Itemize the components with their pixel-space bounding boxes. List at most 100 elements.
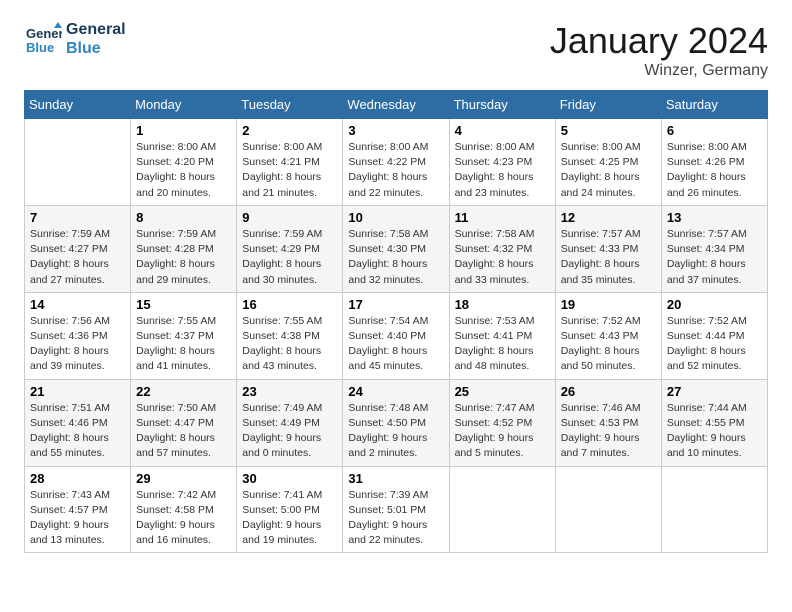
day-number: 15 [136, 297, 231, 312]
day-info-line: Sunrise: 7:51 AM [30, 402, 110, 414]
day-info-line: and 16 minutes. [136, 534, 211, 546]
svg-text:Blue: Blue [26, 40, 54, 55]
day-number: 3 [348, 123, 443, 138]
day-info-line: Sunset: 4:32 PM [455, 243, 533, 255]
day-info-line: Sunrise: 7:58 AM [348, 228, 428, 240]
day-info-line: Sunset: 4:23 PM [455, 156, 533, 168]
day-info-line: Sunset: 4:27 PM [30, 243, 108, 255]
day-info: Sunrise: 7:57 AMSunset: 4:34 PMDaylight:… [667, 227, 762, 288]
day-info-line: Daylight: 8 hours [561, 258, 640, 270]
page-subtitle: Winzer, Germany [550, 62, 768, 80]
day-info-line: and 52 minutes. [667, 360, 742, 372]
day-info: Sunrise: 8:00 AMSunset: 4:23 PMDaylight:… [455, 140, 550, 201]
day-info-line: and 5 minutes. [455, 447, 524, 459]
day-info-line: Daylight: 8 hours [561, 171, 640, 183]
day-info: Sunrise: 8:00 AMSunset: 4:21 PMDaylight:… [242, 140, 337, 201]
day-cell: 3 Sunrise: 8:00 AMSunset: 4:22 PMDaylight… [343, 119, 449, 206]
day-info-line: Sunrise: 8:00 AM [136, 141, 216, 153]
day-cell: 11Sunrise: 7:58 AMSunset: 4:32 PMDayligh… [449, 205, 555, 292]
day-info-line: Sunrise: 7:55 AM [242, 315, 322, 327]
day-info-line: Sunrise: 7:59 AM [242, 228, 322, 240]
day-cell: 31Sunrise: 7:39 AMSunset: 5:01 PMDayligh… [343, 466, 449, 553]
day-info-line: Daylight: 8 hours [242, 345, 321, 357]
day-info-line: Sunrise: 8:00 AM [561, 141, 641, 153]
day-info-line: Sunset: 4:29 PM [242, 243, 320, 255]
day-info: Sunrise: 8:00 AMSunset: 4:22 PMDaylight:… [348, 140, 443, 201]
day-info-line: Sunrise: 7:42 AM [136, 489, 216, 501]
day-cell [555, 466, 661, 553]
day-info-line: Sunrise: 7:41 AM [242, 489, 322, 501]
day-cell: 18Sunrise: 7:53 AMSunset: 4:41 PMDayligh… [449, 292, 555, 379]
day-info: Sunrise: 7:52 AMSunset: 4:44 PMDaylight:… [667, 314, 762, 375]
day-info-line: Daylight: 8 hours [667, 258, 746, 270]
day-info-line: Sunset: 4:33 PM [561, 243, 639, 255]
day-cell: 30Sunrise: 7:41 AMSunset: 5:00 PMDayligh… [237, 466, 343, 553]
day-info-line: Daylight: 8 hours [348, 345, 427, 357]
day-info-line: and 23 minutes. [455, 187, 530, 199]
day-number: 21 [30, 384, 125, 399]
day-cell: 27Sunrise: 7:44 AMSunset: 4:55 PMDayligh… [661, 379, 767, 466]
logo: General Blue General Blue [24, 20, 126, 58]
day-info-line: Sunrise: 7:52 AM [561, 315, 641, 327]
day-number: 10 [348, 210, 443, 225]
day-info-line: Sunset: 4:25 PM [561, 156, 639, 168]
day-number: 12 [561, 210, 656, 225]
day-info-line: and 24 minutes. [561, 187, 636, 199]
day-cell: 15Sunrise: 7:55 AMSunset: 4:37 PMDayligh… [131, 292, 237, 379]
day-cell: 13Sunrise: 7:57 AMSunset: 4:34 PMDayligh… [661, 205, 767, 292]
day-info-line: Sunrise: 8:00 AM [667, 141, 747, 153]
day-cell: 24Sunrise: 7:48 AMSunset: 4:50 PMDayligh… [343, 379, 449, 466]
day-info-line: Sunset: 4:44 PM [667, 330, 745, 342]
day-info-line: Sunrise: 7:44 AM [667, 402, 747, 414]
day-info-line: Sunrise: 7:52 AM [667, 315, 747, 327]
day-info: Sunrise: 7:48 AMSunset: 4:50 PMDaylight:… [348, 401, 443, 462]
day-info-line: and 19 minutes. [242, 534, 317, 546]
day-cell: 5Sunrise: 8:00 AMSunset: 4:25 PMDaylight… [555, 119, 661, 206]
day-info-line: and 7 minutes. [561, 447, 630, 459]
day-info-line: Sunset: 4:55 PM [667, 417, 745, 429]
day-info-line: Daylight: 9 hours [348, 432, 427, 444]
day-number: 28 [30, 471, 125, 486]
calendar-header: SundayMondayTuesdayWednesdayThursdayFrid… [25, 91, 768, 119]
day-info-line: Sunset: 4:26 PM [667, 156, 745, 168]
day-cell: 28Sunrise: 7:43 AMSunset: 4:57 PMDayligh… [25, 466, 131, 553]
logo-blue: Blue [66, 39, 126, 58]
day-cell: 22Sunrise: 7:50 AMSunset: 4:47 PMDayligh… [131, 379, 237, 466]
day-cell: 9Sunrise: 7:59 AMSunset: 4:29 PMDaylight… [237, 205, 343, 292]
day-info-line: and 37 minutes. [667, 274, 742, 286]
day-info: Sunrise: 8:00 AMSunset: 4:20 PMDaylight:… [136, 140, 231, 201]
day-info-line: Sunrise: 7:59 AM [136, 228, 216, 240]
day-number: 1 [136, 123, 231, 138]
day-info-line: Sunset: 4:34 PM [667, 243, 745, 255]
day-info-line: and 13 minutes. [30, 534, 105, 546]
col-header-tuesday: Tuesday [237, 91, 343, 119]
day-info-line: and 30 minutes. [242, 274, 317, 286]
day-cell: 8Sunrise: 7:59 AMSunset: 4:28 PMDaylight… [131, 205, 237, 292]
day-info-line: and 20 minutes. [136, 187, 211, 199]
day-info-line: and 29 minutes. [136, 274, 211, 286]
week-row-5: 28Sunrise: 7:43 AMSunset: 4:57 PMDayligh… [25, 466, 768, 553]
day-info-line: Sunrise: 7:56 AM [30, 315, 110, 327]
day-info-line: Sunrise: 7:54 AM [348, 315, 428, 327]
day-info-line: Sunset: 4:40 PM [348, 330, 426, 342]
day-info-line: and 21 minutes. [242, 187, 317, 199]
col-header-sunday: Sunday [25, 91, 131, 119]
day-info-line: Daylight: 8 hours [348, 171, 427, 183]
day-info-line: and 10 minutes. [667, 447, 742, 459]
day-info-line: Daylight: 8 hours [30, 258, 109, 270]
day-cell: 16Sunrise: 7:55 AMSunset: 4:38 PMDayligh… [237, 292, 343, 379]
day-info-line: Sunset: 4:20 PM [136, 156, 214, 168]
day-info-line: and 0 minutes. [242, 447, 311, 459]
day-info-line: Daylight: 8 hours [561, 345, 640, 357]
day-info-line: Daylight: 9 hours [136, 519, 215, 531]
day-info: Sunrise: 7:56 AMSunset: 4:36 PMDaylight:… [30, 314, 125, 375]
day-info-line: and 57 minutes. [136, 447, 211, 459]
day-info-line: Daylight: 8 hours [348, 258, 427, 270]
day-cell: 10Sunrise: 7:58 AMSunset: 4:30 PMDayligh… [343, 205, 449, 292]
day-info-line: Daylight: 8 hours [30, 345, 109, 357]
day-info-line: Sunset: 4:38 PM [242, 330, 320, 342]
week-row-3: 14Sunrise: 7:56 AMSunset: 4:36 PMDayligh… [25, 292, 768, 379]
day-number: 2 [242, 123, 337, 138]
day-info: Sunrise: 7:59 AMSunset: 4:28 PMDaylight:… [136, 227, 231, 288]
day-cell: 1Sunrise: 8:00 AMSunset: 4:20 PMDaylight… [131, 119, 237, 206]
